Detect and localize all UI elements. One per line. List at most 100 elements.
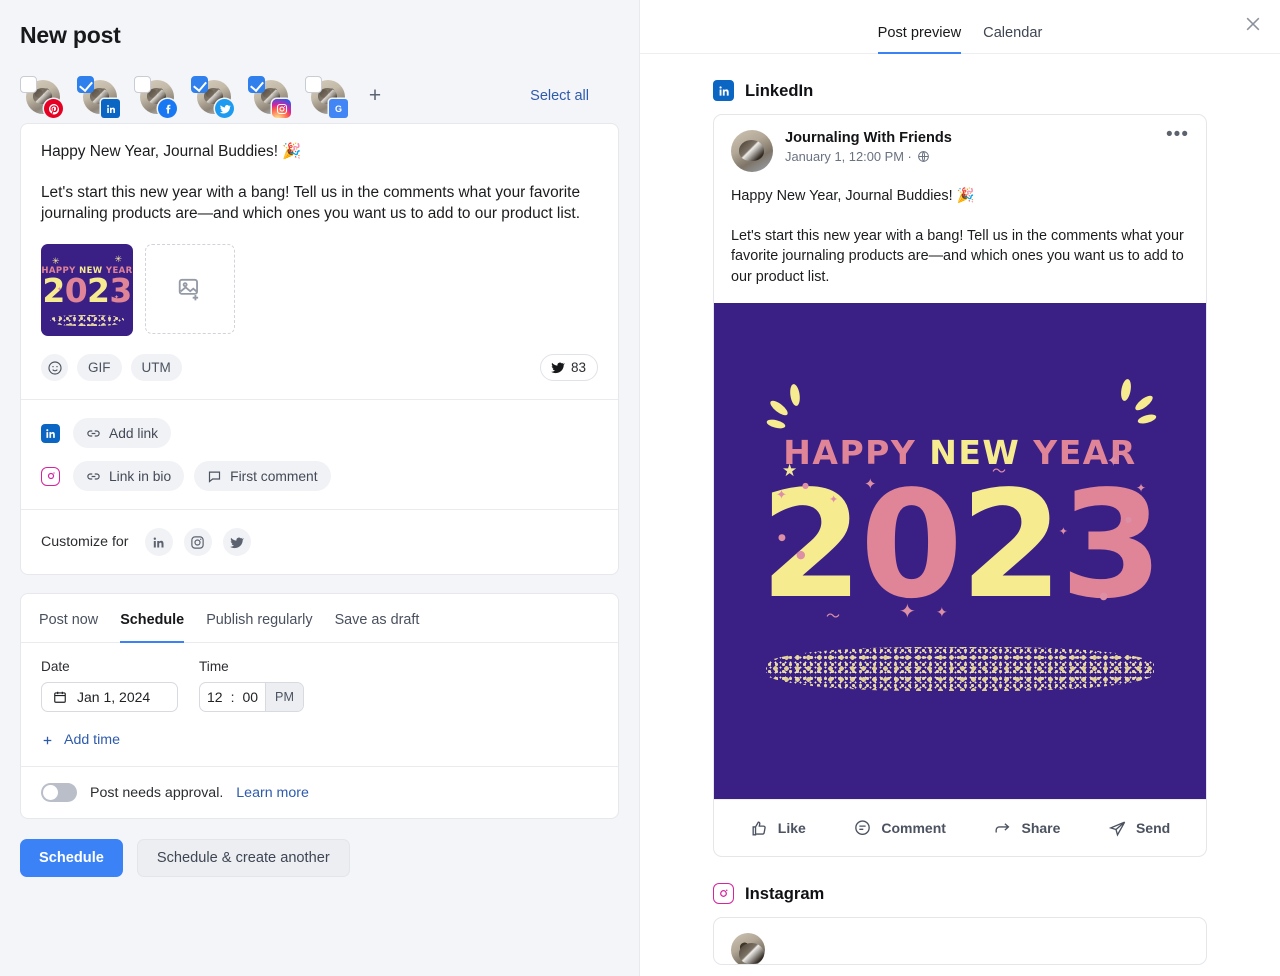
customize-linkedin-button[interactable]: [145, 528, 173, 556]
send-button[interactable]: Send: [1108, 819, 1170, 838]
post-text-area[interactable]: Happy New Year, Journal Buddies! 🎉 Let's…: [41, 142, 598, 224]
customize-twitter-button[interactable]: [223, 528, 251, 556]
linkedin-options-row: Add link: [41, 418, 598, 448]
tab-publish-regularly[interactable]: Publish regularly: [206, 594, 312, 643]
post-text-line-2: Let's start this new year with a bang! T…: [41, 183, 598, 224]
twitter-icon: [215, 99, 234, 118]
account-selector-row: G + Select all: [20, 69, 619, 123]
comment-icon: [207, 469, 222, 484]
poster-art-large: HAPPY NEW YEAR 2023: [714, 303, 1206, 799]
schedule-fields: Date Jan 1, 2024 Time 12 : 00 PM: [21, 643, 618, 718]
account-checkbox[interactable]: [20, 76, 37, 93]
poster-year-d4: 3: [109, 271, 131, 310]
account-checkbox[interactable]: [134, 76, 151, 93]
date-input[interactable]: Jan 1, 2024: [41, 682, 178, 712]
account-google-business[interactable]: G: [305, 76, 345, 116]
network-options-section: Add link Link in bio: [21, 400, 618, 509]
add-image-icon: [177, 276, 203, 302]
add-account-button[interactable]: +: [362, 83, 388, 109]
time-hour[interactable]: 12: [200, 683, 230, 711]
account-pinterest[interactable]: [20, 76, 60, 116]
sparkle-icon: ✦: [1107, 451, 1120, 470]
approval-text: Post needs approval.: [90, 785, 223, 801]
account-twitter[interactable]: [191, 76, 231, 116]
account-checkbox[interactable]: [191, 76, 208, 93]
preview-post-header: [714, 918, 1206, 965]
time-ampm-toggle[interactable]: PM: [265, 683, 303, 711]
instagram-options-row: Link in bio First comment: [41, 461, 598, 491]
sparkle-icon: ●: [778, 533, 786, 543]
link-icon: [86, 469, 101, 484]
close-button[interactable]: [1238, 9, 1268, 39]
media-row: HAPPY NEW YEAR 2023 ✳ ✳ ✦ ✦: [41, 244, 598, 336]
page-title: New post: [20, 22, 619, 49]
tab-post-now[interactable]: Post now: [39, 594, 98, 643]
add-link-button[interactable]: Add link: [73, 418, 171, 448]
facebook-icon: [158, 99, 177, 118]
poster-year-d2: 0: [65, 271, 87, 310]
more-options-icon[interactable]: •••: [1166, 130, 1189, 140]
account-instagram[interactable]: [248, 76, 288, 116]
emoji-button[interactable]: [41, 354, 68, 381]
character-counter: 83: [540, 354, 598, 381]
first-comment-button[interactable]: First comment: [194, 461, 330, 491]
sparkle-icon: ●: [802, 481, 809, 490]
instagram-icon: [41, 467, 60, 486]
send-plane-icon: [1108, 819, 1127, 838]
account-checkbox[interactable]: [77, 76, 94, 93]
link-in-bio-button[interactable]: Link in bio: [73, 461, 184, 491]
gif-button[interactable]: GIF: [77, 354, 122, 381]
like-button[interactable]: Like: [750, 819, 806, 838]
tab-schedule[interactable]: Schedule: [120, 594, 184, 643]
sparkle-icon: ✦: [829, 493, 838, 506]
account-linkedin[interactable]: [77, 76, 117, 116]
composer-actions: Schedule Schedule & create another: [20, 839, 619, 877]
instagram-icon: [272, 99, 291, 118]
sparkle-icon: ✦: [936, 605, 948, 621]
approval-toggle[interactable]: [41, 783, 77, 802]
glitter-band: [50, 315, 124, 326]
account-facebook[interactable]: [134, 76, 174, 116]
schedule-button[interactable]: Schedule: [20, 839, 123, 877]
schedule-and-create-another-button[interactable]: Schedule & create another: [137, 839, 350, 877]
poster-art-thumb: HAPPY NEW YEAR 2023 ✳ ✳ ✦ ✦: [41, 244, 133, 336]
tab-calendar[interactable]: Calendar: [983, 25, 1042, 54]
sparkle-icon: ✦: [1136, 481, 1146, 495]
share-button[interactable]: Share: [993, 819, 1060, 838]
comment-icon: [853, 819, 872, 838]
like-label: Like: [778, 820, 806, 836]
thumbs-up-icon: [750, 819, 769, 838]
time-input[interactable]: 12 : 00 PM: [199, 682, 304, 712]
preview-post-actions: Like Comment Share: [714, 799, 1206, 856]
poster-year-d3: 2: [960, 459, 1060, 631]
add-media-button[interactable]: [145, 244, 235, 334]
date-value: Jan 1, 2024: [77, 689, 150, 705]
pinterest-icon: [44, 99, 63, 118]
tab-save-as-draft[interactable]: Save as draft: [335, 594, 420, 643]
customize-instagram-button[interactable]: [184, 528, 212, 556]
account-checkbox[interactable]: [248, 76, 265, 93]
tab-post-preview[interactable]: Post preview: [878, 25, 962, 54]
preview-network-instagram-header: Instagram: [713, 883, 1207, 904]
select-all-link[interactable]: Select all: [530, 88, 619, 104]
link-icon: [86, 426, 101, 441]
add-time-button[interactable]: Add time: [21, 718, 618, 766]
media-thumbnail[interactable]: HAPPY NEW YEAR 2023 ✳ ✳ ✦ ✦: [41, 244, 133, 336]
google-business-icon: G: [329, 99, 348, 118]
preview-body: LinkedIn Journaling With Friends January…: [640, 54, 1280, 965]
preview-post-text: Happy New Year, Journal Buddies! 🎉 Let's…: [714, 172, 1206, 303]
preview-network-label: Instagram: [745, 884, 824, 904]
comment-button[interactable]: Comment: [853, 819, 946, 838]
account-checkbox[interactable]: [305, 76, 322, 93]
app-root: New post: [0, 0, 1280, 976]
learn-more-link[interactable]: Learn more: [236, 785, 309, 801]
utm-button[interactable]: UTM: [131, 354, 182, 381]
preview-post-card-instagram: [713, 917, 1207, 965]
preview-post-timestamp: January 1, 12:00 PM ·: [785, 149, 912, 164]
instagram-icon: [713, 883, 734, 904]
preview-text-line-2: Let's start this new year with a bang! T…: [731, 226, 1189, 287]
time-minute[interactable]: 00: [235, 683, 265, 711]
globe-icon: [917, 150, 930, 163]
sparkle-icon: ✳: [114, 255, 122, 265]
plus-icon: [41, 734, 54, 747]
